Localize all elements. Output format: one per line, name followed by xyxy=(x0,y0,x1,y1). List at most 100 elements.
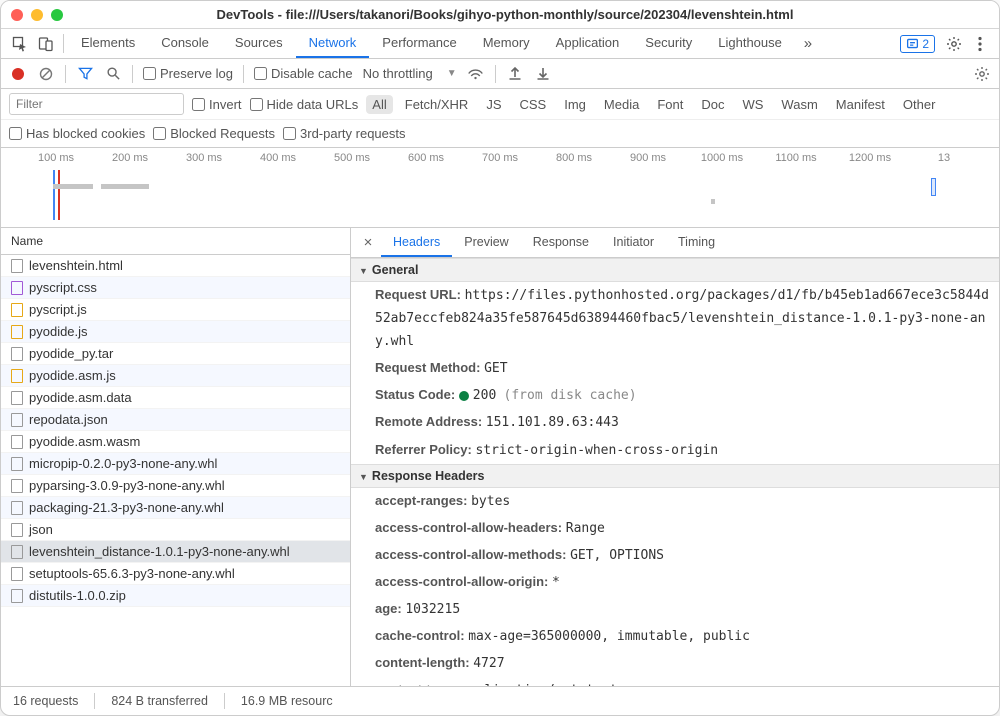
request-row[interactable]: distutils-1.0.0.zip xyxy=(1,585,350,607)
traffic-lights xyxy=(11,9,63,21)
request-row[interactable]: pyodide_py.tar xyxy=(1,343,350,365)
maximize-window-button[interactable] xyxy=(51,9,63,21)
filter-type-img[interactable]: Img xyxy=(558,95,592,114)
request-row[interactable]: packaging-21.3-py3-none-any.whl xyxy=(1,497,350,519)
filter-type-fetch-xhr[interactable]: Fetch/XHR xyxy=(399,95,475,114)
device-toolbar-icon[interactable] xyxy=(33,29,59,58)
timeline-tick: 300 ms xyxy=(186,152,222,164)
invert-checkbox[interactable]: Invert xyxy=(192,97,242,112)
filter-type-other[interactable]: Other xyxy=(897,95,942,114)
details-tab-timing[interactable]: Timing xyxy=(666,228,727,257)
request-row[interactable]: pyscript.js xyxy=(1,299,350,321)
filter-type-media[interactable]: Media xyxy=(598,95,645,114)
more-tabs-chevron[interactable]: » xyxy=(795,29,821,58)
file-icon xyxy=(11,545,23,559)
response-headers-section-header[interactable]: Response Headers xyxy=(351,464,999,488)
request-name: pyodide_py.tar xyxy=(29,346,113,361)
network-settings-gear-icon[interactable] xyxy=(973,65,991,83)
disable-cache-checkbox[interactable]: Disable cache xyxy=(254,66,353,81)
filter-type-manifest[interactable]: Manifest xyxy=(830,95,891,114)
status-ok-dot xyxy=(459,391,469,401)
close-details-button[interactable]: × xyxy=(355,228,381,257)
details-tab-initiator[interactable]: Initiator xyxy=(601,228,666,257)
network-conditions-icon[interactable] xyxy=(467,65,485,83)
checkbox-has-blocked-cookies[interactable]: Has blocked cookies xyxy=(9,126,145,141)
general-section-header[interactable]: General xyxy=(351,258,999,282)
request-row[interactable]: levenshtein.html xyxy=(1,255,350,277)
request-row[interactable]: repodata.json xyxy=(1,409,350,431)
checkbox-blocked-requests[interactable]: Blocked Requests xyxy=(153,126,275,141)
request-row[interactable]: json xyxy=(1,519,350,541)
request-row[interactable]: setuptools-65.6.3-py3-none-any.whl xyxy=(1,563,350,585)
file-icon xyxy=(11,347,23,361)
filter-type-css[interactable]: CSS xyxy=(514,95,553,114)
request-row[interactable]: pyodide.asm.data xyxy=(1,387,350,409)
tab-performance[interactable]: Performance xyxy=(369,29,469,58)
filter-type-ws[interactable]: WS xyxy=(736,95,769,114)
settings-gear-icon[interactable] xyxy=(941,29,967,58)
name-header[interactable]: Name xyxy=(1,228,350,255)
timeline-tick: 13 xyxy=(938,152,950,164)
request-row[interactable]: pyodide.asm.wasm xyxy=(1,431,350,453)
filter-type-wasm[interactable]: Wasm xyxy=(775,95,823,114)
record-button[interactable] xyxy=(9,65,27,83)
request-row[interactable]: pyscript.css xyxy=(1,277,350,299)
response-header-row: content-type: application/octet-stream xyxy=(351,677,999,686)
request-row[interactable]: pyparsing-3.0.9-py3-none-any.whl xyxy=(1,475,350,497)
filter-type-all[interactable]: All xyxy=(366,95,392,114)
search-icon[interactable] xyxy=(104,65,122,83)
file-icon xyxy=(11,281,23,295)
tab-memory[interactable]: Memory xyxy=(470,29,543,58)
filter-type-font[interactable]: Font xyxy=(651,95,689,114)
details-tab-headers[interactable]: Headers xyxy=(381,228,452,257)
response-header-row: age: 1032215 xyxy=(351,596,999,623)
tab-network[interactable]: Network xyxy=(296,29,370,58)
checkbox-3rd-party-requests[interactable]: 3rd-party requests xyxy=(283,126,406,141)
file-icon xyxy=(11,259,23,273)
kebab-menu-icon[interactable] xyxy=(967,29,993,58)
file-icon xyxy=(11,303,23,317)
clear-button[interactable] xyxy=(37,65,55,83)
timeline-tick: 700 ms xyxy=(482,152,518,164)
chevron-down-icon: ▼ xyxy=(447,68,457,79)
response-header-row: accept-ranges: bytes xyxy=(351,488,999,515)
close-window-button[interactable] xyxy=(11,9,23,21)
timeline-overview[interactable]: 100 ms200 ms300 ms400 ms500 ms600 ms700 … xyxy=(1,148,999,228)
throttling-select[interactable]: No throttling ▼ xyxy=(363,66,457,81)
devtools-window: DevTools - file:///Users/takanori/Books/… xyxy=(0,0,1000,716)
filter-type-doc[interactable]: Doc xyxy=(695,95,730,114)
issues-badge[interactable]: 2 xyxy=(900,35,935,53)
tab-lighthouse[interactable]: Lighthouse xyxy=(705,29,795,58)
tab-sources[interactable]: Sources xyxy=(222,29,296,58)
download-har-icon[interactable] xyxy=(534,65,552,83)
tab-application[interactable]: Application xyxy=(543,29,633,58)
tab-elements[interactable]: Elements xyxy=(68,29,148,58)
file-icon xyxy=(11,391,23,405)
file-icon xyxy=(11,523,23,537)
file-icon xyxy=(11,435,23,449)
upload-har-icon[interactable] xyxy=(506,65,524,83)
tab-security[interactable]: Security xyxy=(632,29,705,58)
request-name: pyparsing-3.0.9-py3-none-any.whl xyxy=(29,478,225,493)
request-row[interactable]: levenshtein_distance-1.0.1-py3-none-any.… xyxy=(1,541,350,563)
hide-data-urls-checkbox[interactable]: Hide data URLs xyxy=(250,97,359,112)
details-tab-preview[interactable]: Preview xyxy=(452,228,520,257)
minimize-window-button[interactable] xyxy=(31,9,43,21)
filter-bar: Invert Hide data URLs All Fetch/XHR JS CSS I… xyxy=(1,89,999,148)
request-name: levenshtein.html xyxy=(29,258,123,273)
inspect-element-icon[interactable] xyxy=(7,29,33,58)
filter-input[interactable] xyxy=(9,93,184,115)
request-row[interactable]: pyodide.asm.js xyxy=(1,365,350,387)
response-header-row: content-length: 4727 xyxy=(351,650,999,677)
filter-type-js[interactable]: JS xyxy=(480,95,507,114)
request-row[interactable]: pyodide.js xyxy=(1,321,350,343)
tab-console[interactable]: Console xyxy=(148,29,222,58)
response-header-row: cache-control: max-age=365000000, immuta… xyxy=(351,623,999,650)
request-name: repodata.json xyxy=(29,412,108,427)
details-tab-response[interactable]: Response xyxy=(521,228,601,257)
request-row[interactable]: micropip-0.2.0-py3-none-any.whl xyxy=(1,453,350,475)
preserve-log-checkbox[interactable]: Preserve log xyxy=(143,66,233,81)
file-icon xyxy=(11,589,23,603)
request-name: pyodide.asm.data xyxy=(29,390,132,405)
filter-icon[interactable] xyxy=(76,65,94,83)
